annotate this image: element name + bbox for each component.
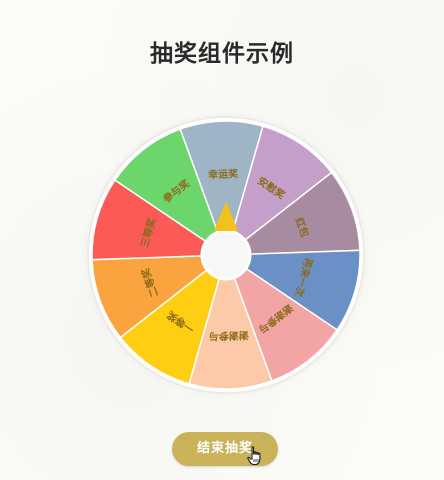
stage: 抽奖组件示例 幸运奖 安慰奖 红包 再来一次 谢谢参与 谢谢参与 一等奖 二等奖 三等奖 参与奖 … <box>0 0 444 480</box>
wheel-segment-label: 幸运奖 <box>208 167 239 181</box>
hand-pointer-icon <box>247 446 261 466</box>
wheel-hub[interactable] <box>200 229 252 281</box>
lottery-wheel[interactable]: 幸运奖安慰奖红包再来一次谢谢参与谢谢参与一等奖二等奖三等奖参与奖 <box>0 0 444 480</box>
